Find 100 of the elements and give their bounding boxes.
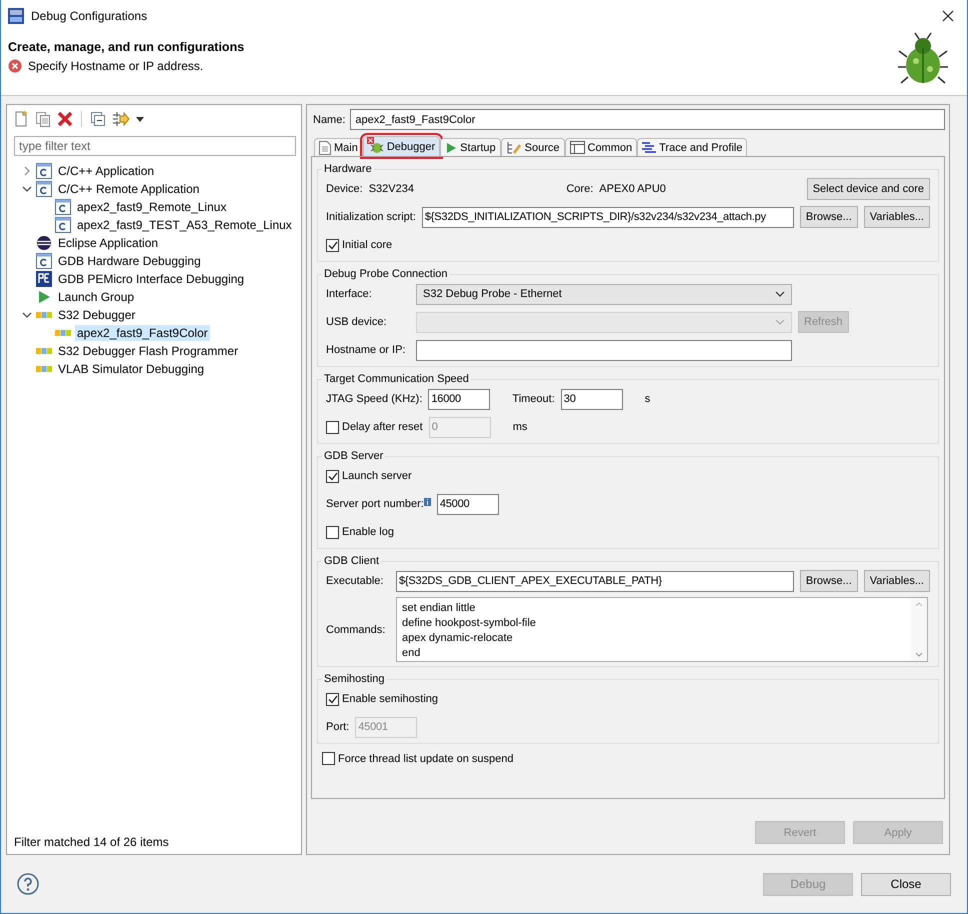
field-label: USB device: xyxy=(326,316,388,328)
command-line: define hookpost-symbol-file xyxy=(402,616,537,631)
c-file-icon xyxy=(36,181,52,197)
field-label: Port: xyxy=(326,721,350,733)
button[interactable]: Browse... xyxy=(800,206,858,228)
checkbox[interactable] xyxy=(326,420,339,434)
button[interactable]: Select device and core xyxy=(806,178,930,200)
delete-icon[interactable] xyxy=(57,111,73,127)
help-icon[interactable] xyxy=(17,873,39,895)
name-field[interactable]: apex2_fast9_Fast9Color xyxy=(350,109,945,130)
info-icon xyxy=(424,498,431,506)
checkbox[interactable] xyxy=(322,752,335,765)
button[interactable]: Close xyxy=(861,872,951,896)
trace-lines-icon xyxy=(642,142,656,154)
command-line: set endian little xyxy=(402,601,476,616)
text-field[interactable]: ${S32DS_GDB_CLIENT_APEX_EXECUTABLE_PATH} xyxy=(396,570,794,592)
play-icon xyxy=(445,142,458,154)
button[interactable]: Variables... xyxy=(864,206,930,228)
dropdown[interactable]: S32 Debug Probe - Ethernet xyxy=(416,284,792,304)
tab[interactable]: Source xyxy=(500,138,564,156)
command-line: apex dynamic-relocate xyxy=(402,631,514,646)
tree-item[interactable]: S32 Debugger Flash Programmer xyxy=(56,343,240,359)
source-tree-icon xyxy=(506,140,522,154)
tree-item[interactable]: apex2_fast9_Remote_Linux xyxy=(75,199,228,215)
text-field[interactable]: 45000 xyxy=(436,494,499,514)
field-label: ms xyxy=(512,421,528,433)
tree-item[interactable]: GDB PEMicro Interface Debugging xyxy=(56,271,246,287)
button[interactable]: Browse... xyxy=(800,570,858,592)
close-icon[interactable] xyxy=(942,10,954,22)
tree-item[interactable]: C/C++ Application xyxy=(56,163,156,179)
group-title: GDB Server xyxy=(323,450,384,462)
field-label: Executable: xyxy=(326,575,384,587)
field-label: Timeout: xyxy=(512,393,555,405)
field-label: s xyxy=(644,393,650,405)
chip-logo-icon xyxy=(36,347,52,355)
error-icon xyxy=(8,59,22,73)
checkbox-label: Launch server xyxy=(342,470,412,482)
collapsed-chevron-icon[interactable] xyxy=(22,166,32,176)
new-file-icon[interactable] xyxy=(13,111,29,127)
tab[interactable]: Common xyxy=(564,138,638,156)
checkbox-label: Enable log xyxy=(342,526,394,538)
scrollbar[interactable] xyxy=(911,598,927,661)
field-label: Initialization script: xyxy=(326,211,416,223)
text-field[interactable]: ${S32DS_INITIALIZATION_SCRIPTS_DIR}/s32v234/s32v234_attach.py xyxy=(422,206,794,228)
group-title: Debug Probe Connection xyxy=(323,268,449,280)
tree-item[interactable]: GDB Hardware Debugging xyxy=(56,253,203,269)
field-label: Core: xyxy=(566,183,594,195)
c-file-icon xyxy=(55,217,71,233)
dialog-heading: Create, manage, and run configurations xyxy=(8,40,244,54)
c-file-icon xyxy=(55,199,71,215)
duplicate-icon[interactable] xyxy=(35,111,51,127)
commands-area[interactable]: set endian little define hookpost-symbol-file apex dynamic-relocate end xyxy=(396,597,928,662)
tree-item[interactable]: S32 Debugger xyxy=(56,307,138,323)
tab[interactable]: Debugger xyxy=(362,136,440,156)
checkbox[interactable] xyxy=(326,526,339,538)
tree-item[interactable]: VLAB Simulator Debugging xyxy=(56,361,206,377)
tree-item[interactable]: apex2_fast9_Fast9Color xyxy=(75,325,210,341)
text-field[interactable] xyxy=(416,340,792,360)
checkbox-label: Delay after reset xyxy=(342,421,423,433)
chip-logo-icon xyxy=(36,365,52,373)
filter-status: Filter matched 14 of 26 items xyxy=(13,835,170,851)
c-file-icon xyxy=(36,163,52,179)
tab[interactable]: Trace and Profile xyxy=(637,138,748,156)
command-line: end xyxy=(402,646,422,661)
field-label: JTAG Speed (KHz): xyxy=(326,393,422,405)
check-icon xyxy=(328,472,338,480)
checkbox[interactable] xyxy=(326,470,339,482)
field-label: Device: xyxy=(326,183,363,195)
expanded-chevron-icon[interactable] xyxy=(22,310,32,320)
expanded-chevron-icon[interactable] xyxy=(22,184,32,194)
field-label: Hostname or IP: xyxy=(326,344,406,356)
checkbox-label: Force thread list update on suspend xyxy=(338,752,514,764)
eclipse-icon xyxy=(36,235,52,251)
tab[interactable]: Startup xyxy=(440,138,501,156)
group-title: Hardware xyxy=(323,163,373,175)
play-icon xyxy=(36,289,52,305)
button[interactable]: Variables... xyxy=(864,570,930,592)
tree-item[interactable]: apex2_fast9_TEST_A53_Remote_Linux xyxy=(75,217,294,233)
text-field[interactable]: 16000 xyxy=(428,388,490,410)
filter-field[interactable]: type filter text xyxy=(14,136,296,156)
scroll-down-icon[interactable] xyxy=(915,652,923,657)
tree-item[interactable]: C/C++ Remote Application xyxy=(56,181,202,197)
field-label: Commands: xyxy=(326,624,386,636)
window-title: Debug Configurations xyxy=(31,8,148,22)
filter-icon[interactable] xyxy=(112,111,130,127)
field-value: APEX0 APU0 xyxy=(599,183,666,195)
collapse-all-icon[interactable] xyxy=(90,111,106,127)
tree-item[interactable]: Eclipse Application xyxy=(56,235,160,251)
error-message: Specify Hostname or IP address. xyxy=(28,59,204,73)
checkbox[interactable] xyxy=(326,692,339,706)
field-label: Server port number: xyxy=(326,498,424,510)
chip-logo-icon xyxy=(36,311,52,319)
text-field[interactable]: 30 xyxy=(560,388,623,410)
checkbox-label: Initial core xyxy=(342,239,392,251)
dropdown-arrow-icon[interactable] xyxy=(136,116,144,122)
check-icon xyxy=(328,694,338,704)
tab[interactable]: Main xyxy=(314,138,363,156)
tree-item[interactable]: Launch Group xyxy=(56,289,136,305)
name-label: Name: xyxy=(313,114,346,126)
checkbox[interactable] xyxy=(326,238,339,252)
